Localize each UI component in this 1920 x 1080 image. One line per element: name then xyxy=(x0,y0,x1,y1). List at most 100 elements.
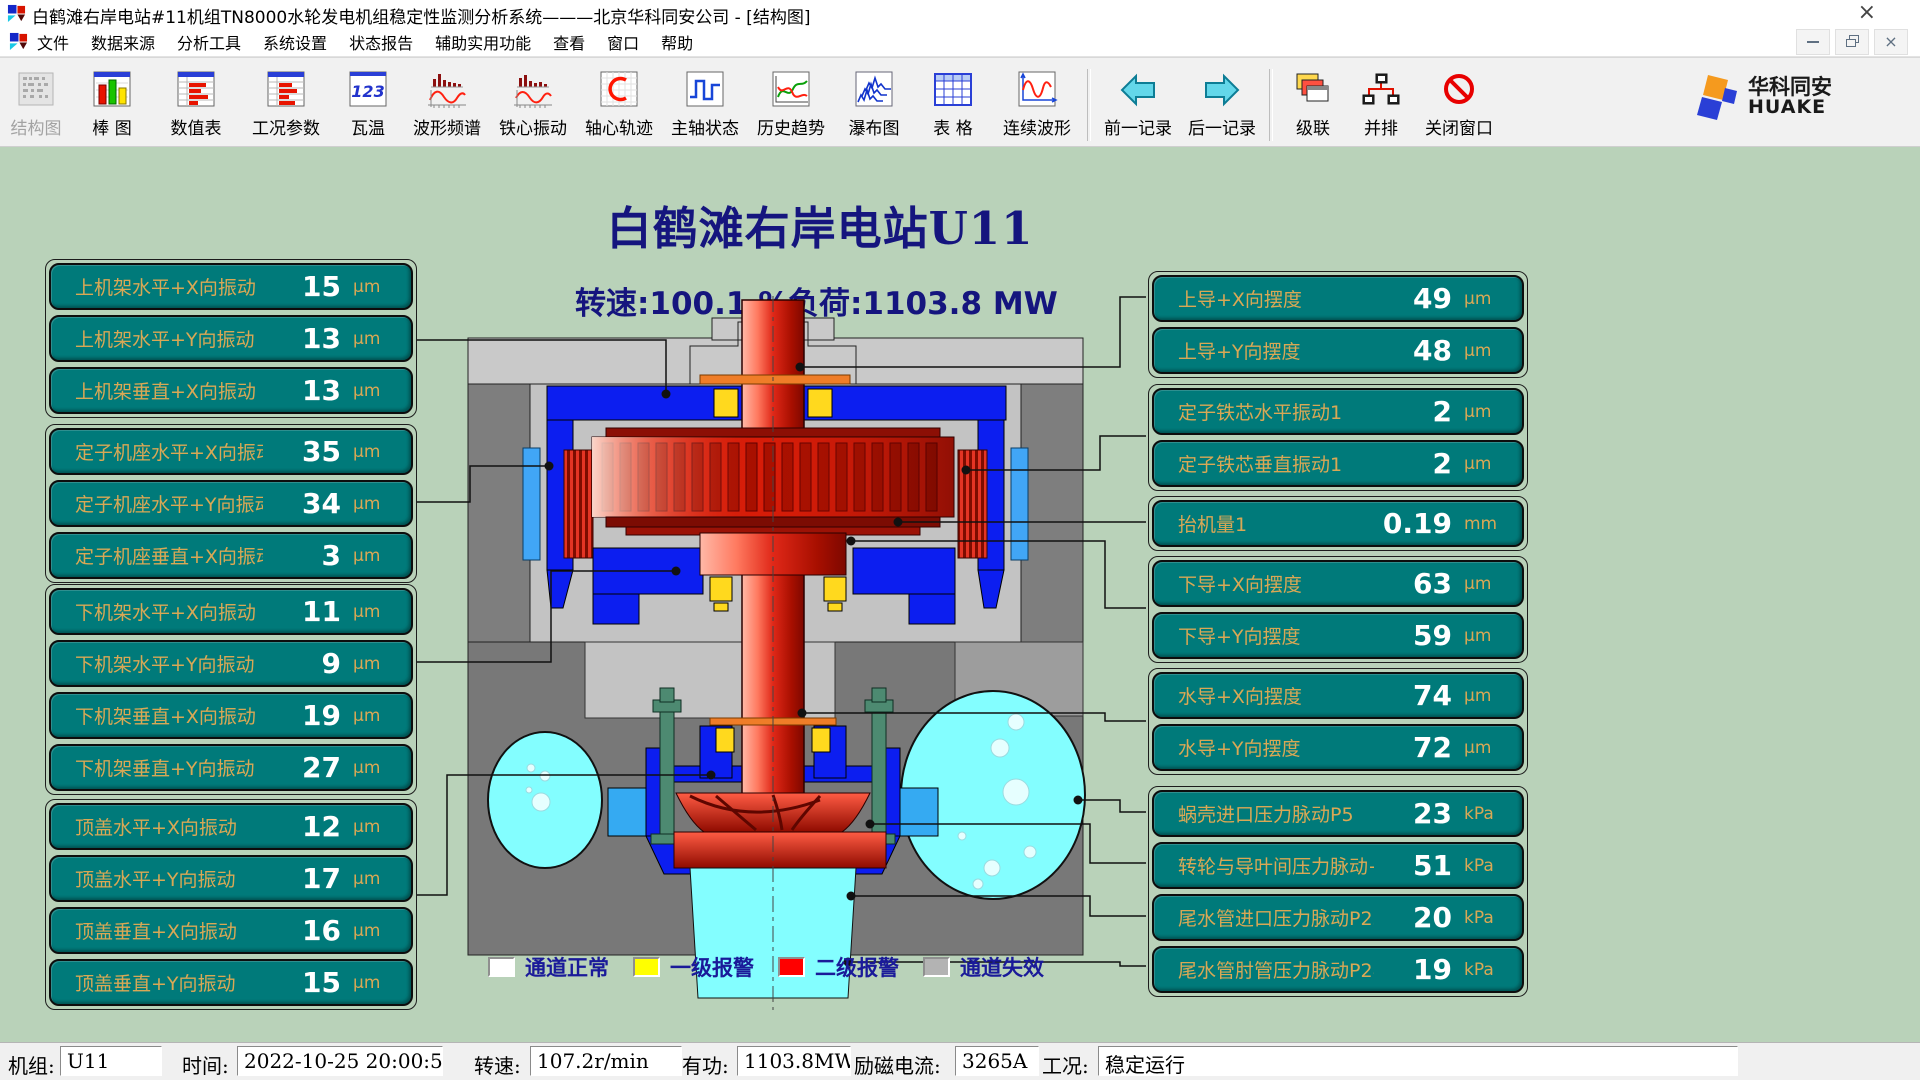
measurement-value: 23 xyxy=(1374,797,1452,830)
rotor-lift-group: 抬机量10.19mm xyxy=(1148,496,1528,551)
measurement-label: 顶盖垂直+Y向振动 xyxy=(75,969,263,996)
lower-bracket-vibration-group: 下机架水平+X向振动11μm 下机架水平+Y向振动9μm 下机架垂直+X向振动1… xyxy=(45,584,417,795)
measurement-box[interactable]: 顶盖水平+Y向振动17μm xyxy=(49,855,413,902)
history-trend-icon xyxy=(769,67,813,113)
menu-system-settings[interactable]: 系统设置 xyxy=(263,30,327,54)
measurement-box[interactable]: 定子机座水平+Y向振动34μm xyxy=(49,480,413,527)
toolbar-button-waterfall-plot[interactable]: 瀑布图 xyxy=(834,67,914,139)
measurement-box[interactable]: 顶盖垂直+Y向振动15μm xyxy=(49,959,413,1006)
menu-analysis-tools[interactable]: 分析工具 xyxy=(177,30,241,54)
toolbar-button-condition-params[interactable]: 工况参数 xyxy=(240,67,332,139)
measurement-box[interactable]: 上导+X向摆度49μm xyxy=(1152,275,1524,322)
generator-section xyxy=(468,318,1083,642)
unit-value: U11 xyxy=(60,1046,162,1076)
toolbar-button-core-vibration[interactable]: 铁心振动 xyxy=(490,67,576,139)
toolbar-label: 主轴状态 xyxy=(671,114,739,139)
menu-help[interactable]: 帮助 xyxy=(661,30,693,54)
toolbar-button-pad-temperature[interactable]: 123 瓦温 xyxy=(332,67,404,139)
toolbar-button-continuous-waveform[interactable]: 连续波形 xyxy=(992,67,1082,139)
measurement-box[interactable]: 定子机座垂直+X向振动3μm xyxy=(49,532,413,579)
waterfall-plot-icon xyxy=(852,67,896,113)
alarm-legend: 通道正常 一级报警 二级报警 通道失效 xyxy=(488,952,1044,982)
measurement-box[interactable]: 下机架垂直+Y向振动27μm xyxy=(49,744,413,791)
measurement-box[interactable]: 抬机量10.19mm xyxy=(1152,500,1524,547)
toolbar-button-previous-record[interactable]: 前一记录 xyxy=(1096,67,1180,139)
menu-file[interactable]: 文件 xyxy=(37,30,69,54)
measurement-value: 3 xyxy=(263,539,341,572)
measurement-label: 水导+Y向摆度 xyxy=(1178,734,1374,761)
restore-icon[interactable] xyxy=(1835,29,1869,55)
measurement-unit: μm xyxy=(1452,626,1510,646)
measurement-label: 定子机座水平+Y向振动 xyxy=(75,490,263,517)
measurement-box[interactable]: 定子铁芯水平振动12μm xyxy=(1152,388,1524,435)
structure-diagram-icon xyxy=(14,67,58,113)
measurement-label: 下机架垂直+Y向振动 xyxy=(75,754,263,781)
menu-window[interactable]: 窗口 xyxy=(607,30,639,54)
measurement-box[interactable]: 上机架垂直+X向振动13μm xyxy=(49,367,413,414)
toolbar: 结构图 棒 图 数值表 工况参数 123 瓦温 波形频谱 铁心振动 xyxy=(0,57,1920,147)
toolbar-button-shaft-status[interactable]: 主轴状态 xyxy=(662,67,748,139)
toolbar-button-bar-chart[interactable]: 棒 图 xyxy=(72,67,152,139)
close-icon[interactable]: × xyxy=(1874,29,1908,55)
legend-item-normal: 通道正常 xyxy=(488,952,609,982)
stator-core-vibration-group: 定子铁芯水平振动12μm 定子铁芯垂直振动12μm xyxy=(1148,384,1528,491)
measurement-box[interactable]: 转轮与导叶间压力脉动+X51kPa xyxy=(1152,842,1524,889)
measurement-box[interactable]: 下机架水平+Y向振动9μm xyxy=(49,640,413,687)
toolbar-button-numeric-table[interactable]: 数值表 xyxy=(152,67,240,139)
toolbar-label: 后一记录 xyxy=(1188,114,1256,139)
measurement-box[interactable]: 上机架水平+Y向振动13μm xyxy=(49,315,413,362)
toolbar-button-structure-diagram[interactable]: 结构图 xyxy=(0,67,72,139)
measurement-unit: μm xyxy=(1452,686,1510,706)
app-logo-icon xyxy=(7,4,26,23)
measurement-box[interactable]: 下机架垂直+X向振动19μm xyxy=(49,692,413,739)
legend-item-level2-alarm: 二级报警 xyxy=(778,952,899,982)
measurement-box[interactable]: 蜗壳进口压力脉动P523kPa xyxy=(1152,790,1524,837)
toolbar-label: 瓦温 xyxy=(351,114,385,139)
measurement-box[interactable]: 下机架水平+X向振动11μm xyxy=(49,588,413,635)
toolbar-button-waveform-spectrum[interactable]: 波形频谱 xyxy=(404,67,490,139)
measurement-unit: μm xyxy=(341,706,399,726)
measurement-value: 15 xyxy=(263,270,341,303)
measurement-label: 顶盖垂直+X向振动 xyxy=(75,917,263,944)
measurement-box[interactable]: 上导+Y向摆度48μm xyxy=(1152,327,1524,374)
menu-view[interactable]: 查看 xyxy=(553,30,585,54)
measurement-unit: μm xyxy=(341,442,399,462)
measurement-box[interactable]: 下导+X向摆度63μm xyxy=(1152,560,1524,607)
normal-swatch xyxy=(488,957,515,977)
toolbar-button-data-table[interactable]: 表 格 xyxy=(914,67,992,139)
measurement-unit: μm xyxy=(1452,738,1510,758)
pressure-pulsation-group: 蜗壳进口压力脉动P523kPa 转轮与导叶间压力脉动+X51kPa 尾水管进口压… xyxy=(1148,786,1528,997)
menu-data-source[interactable]: 数据来源 xyxy=(91,30,155,54)
toolbar-button-cascade-windows[interactable]: 级联 xyxy=(1278,67,1348,139)
measurement-label: 上机架水平+Y向振动 xyxy=(75,325,263,352)
toolbar-button-shaft-orbit[interactable]: 轴心轨迹 xyxy=(576,67,662,139)
toolbar-button-close-window[interactable]: 关闭窗口 xyxy=(1414,67,1504,139)
water-guide-bearing xyxy=(710,718,836,752)
measurement-box[interactable]: 顶盖垂直+X向振动16μm xyxy=(49,907,413,954)
toolbar-button-history-trend[interactable]: 历史趋势 xyxy=(748,67,834,139)
thrust-bearing xyxy=(700,533,846,611)
toolbar-button-tile-windows[interactable]: 并排 xyxy=(1348,67,1414,139)
measurement-box[interactable]: 尾水管进口压力脉动P2320kPa xyxy=(1152,894,1524,941)
measurement-box[interactable]: 水导+X向摆度74μm xyxy=(1152,672,1524,719)
legend-label: 二级报警 xyxy=(815,952,899,982)
measurement-unit: μm xyxy=(1452,289,1510,309)
menu-aux-functions[interactable]: 辅助实用功能 xyxy=(435,30,531,54)
measurement-box[interactable]: 水导+Y向摆度72μm xyxy=(1152,724,1524,771)
measurement-box[interactable]: 定子铁芯垂直振动12μm xyxy=(1152,440,1524,487)
measurement-box[interactable]: 定子机座水平+X向振动35μm xyxy=(49,428,413,475)
toolbar-button-next-record[interactable]: 后一记录 xyxy=(1180,67,1264,139)
measurement-box[interactable]: 下导+Y向摆度59μm xyxy=(1152,612,1524,659)
menu-status-report[interactable]: 状态报告 xyxy=(349,30,413,54)
measurement-box[interactable]: 顶盖水平+X向振动12μm xyxy=(49,803,413,850)
stator-frame-vibration-group: 定子机座水平+X向振动35μm 定子机座水平+Y向振动34μm 定子机座垂直+X… xyxy=(45,424,417,583)
toolbar-label: 表 格 xyxy=(933,114,972,139)
minimize-icon[interactable] xyxy=(1796,29,1830,55)
measurement-unit: μm xyxy=(341,277,399,297)
measurement-box[interactable]: 上机架水平+X向振动15μm xyxy=(49,263,413,310)
window-close-icon[interactable]: × xyxy=(1858,0,1876,25)
measurement-value: 48 xyxy=(1374,334,1452,367)
measurement-value: 12 xyxy=(263,810,341,843)
measurement-box[interactable]: 尾水管肘管压力脉动P2819kPa xyxy=(1152,946,1524,993)
head-cover-vibration-group: 顶盖水平+X向振动12μm 顶盖水平+Y向振动17μm 顶盖垂直+X向振动16μ… xyxy=(45,799,417,1010)
